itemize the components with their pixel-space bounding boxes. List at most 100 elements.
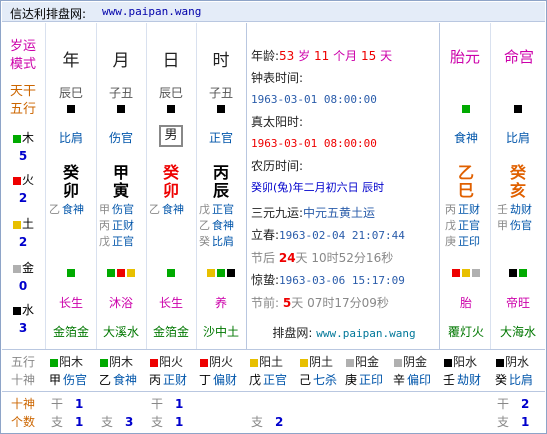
bottom-count-gan (101, 395, 145, 413)
side-nayin: 覆灯火 (447, 325, 484, 339)
bottom-gan: 庚 (345, 373, 358, 387)
bottom-element-row: 阳水 (443, 353, 491, 371)
count-zhi-value: 1 (175, 415, 184, 429)
gender-box[interactable]: 男 (159, 125, 183, 147)
main-shishen: 正官 (208, 131, 233, 145)
side-shishen: 食神 (453, 131, 478, 145)
count-zhi-label: 支 (151, 415, 164, 429)
element-square (300, 358, 308, 367)
element-square (346, 358, 354, 367)
bottom-count-zhi (201, 413, 245, 431)
bottom-count-zhi: 支1 (151, 413, 195, 431)
sui-yun-label: 岁运 (9, 39, 36, 54)
bottom-shishen: 正官 (263, 373, 288, 387)
count-zhi-label: 支 (251, 415, 264, 429)
count-zhi-label: 支 (101, 415, 114, 429)
bottom-shishen-row: 辛偏印 (393, 371, 441, 389)
count-zhi-value: 2 (275, 415, 284, 429)
wuxing-count: 3 (18, 321, 28, 335)
col-month: 月 (112, 51, 130, 71)
bottom-shishen-row: 癸比肩 (495, 371, 543, 389)
hidden-stem-row: 戊正官 (199, 201, 245, 217)
hidden-stem-shishen: 正官 (212, 203, 234, 216)
jieqi-before-time: 07时17分09秒 (307, 296, 389, 310)
bottom-count-gan (251, 395, 295, 413)
age-unit-months: 个月 (333, 49, 358, 63)
bottom-element-row: 阳木 (49, 353, 97, 371)
bottom-count-gan (301, 395, 345, 413)
jieqi-after-unit: 天 (295, 251, 308, 265)
bottom-element-row: 阳金 (345, 353, 393, 371)
hidden-stem-row: 甲伤官 (99, 201, 145, 217)
wuxing-name: 土 (21, 217, 34, 231)
changsheng: 沐浴 (108, 296, 133, 310)
count-gan-label: 干 (51, 397, 64, 411)
element-square (167, 268, 175, 277)
side-zhi-squares (441, 265, 491, 279)
col-day: 日 (162, 51, 180, 71)
col-taiyuan: 胎元 (449, 48, 480, 66)
wuxing-name-row: 土 (5, 215, 41, 233)
element-square (514, 104, 522, 113)
hidden-stem-shishen: 正官 (112, 235, 134, 248)
bottom-gan: 甲 (49, 373, 62, 387)
jieqi-after-row: 节后 24天 10时52分16秒 (251, 247, 437, 269)
side-square-row (441, 101, 491, 115)
water-square (117, 104, 125, 113)
wuxing-square (12, 306, 21, 315)
nayin: 金箔金 (152, 325, 189, 339)
element-square (519, 268, 527, 277)
hidden-stem: 丙 (445, 203, 456, 216)
hidden-stem: 甲 (497, 219, 508, 232)
age-months: 11 (314, 49, 330, 63)
hidden-stem: 戊 (99, 235, 110, 248)
col-hour: 时 (212, 51, 230, 71)
hidden-stem-shishen: 伤官 (510, 219, 532, 232)
lichun-label: 立春: (251, 228, 280, 242)
hidden-stem-shishen: 比肩 (212, 235, 234, 248)
site-footer-label: 排盘网: (272, 326, 313, 340)
element-square (472, 268, 480, 277)
bottom-count-zhi (445, 413, 489, 431)
element-square (217, 268, 225, 277)
bottom-yinyang-element: 阴金 (403, 355, 428, 369)
side-hidden-stem-row: 戊正官 (445, 217, 491, 233)
nayin: 沙中土 (202, 325, 239, 339)
bottom-yinyang-element: 阴水 (505, 355, 530, 369)
element-square (117, 268, 125, 277)
hidden-stem: 乙 (199, 219, 210, 232)
side-shishen: 比肩 (505, 131, 530, 145)
element-square (67, 268, 75, 277)
element-square (107, 268, 115, 277)
clock-time-value: 1963-03-01 08:00:00 (251, 93, 377, 106)
hidden-stem-shishen: 食神 (162, 203, 184, 216)
side-hidden-stem-row: 壬劫财 (497, 201, 543, 217)
hidden-stem-row: 乙食神 (149, 201, 195, 217)
site-footer-url[interactable]: www.paipan.wang (316, 327, 415, 340)
bottom-yinyang-element: 阳金 (355, 355, 380, 369)
element-square (462, 268, 470, 277)
site-url[interactable]: www.paipan.wang (102, 5, 201, 18)
water-square (217, 104, 225, 113)
bottom-count-gan (347, 395, 391, 413)
solar-time-value: 1963-03-01 08:00:00 (251, 137, 377, 150)
bottom-yinyang-element: 阳火 (159, 355, 184, 369)
bottom-element-row: 阳土 (249, 353, 297, 371)
bottom-yinyang-element: 阳木 (59, 355, 84, 369)
wuxing-item: 木5 (5, 129, 41, 165)
bottom-gan: 丙 (149, 373, 162, 387)
count-gan-value: 1 (175, 397, 184, 411)
count-zhi-label: 支 (497, 415, 510, 429)
gan-element-square-row (47, 101, 95, 115)
changsheng: 长生 (158, 296, 183, 310)
count-gan-value: 2 (521, 397, 530, 411)
bottom-shishen-count-label: 十神 (10, 397, 35, 411)
hidden-stem: 丙 (99, 219, 110, 232)
hidden-stem-shishen: 正印 (458, 235, 480, 248)
wuxing-name-row: 火 (5, 171, 41, 189)
site-title: 信达利排盘网: (10, 7, 87, 21)
bottom-shishen-row: 戊正官 (249, 371, 297, 389)
wuxing-name: 水 (21, 303, 34, 317)
separator (2, 349, 545, 350)
bottom-shishen: 偏印 (407, 373, 432, 387)
